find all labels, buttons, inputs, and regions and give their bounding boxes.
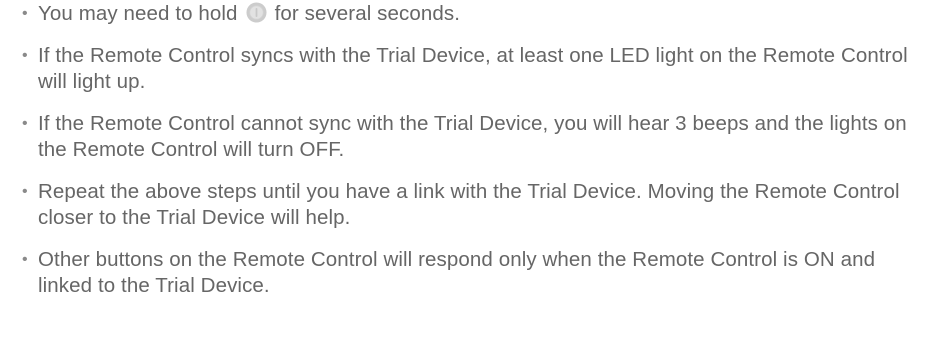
bullet: • <box>22 183 28 200</box>
instruction-list: • You may need to hold for several secon… <box>0 1 922 299</box>
list-item: • Other buttons on the Remote Control wi… <box>22 247 922 299</box>
bullet: • <box>22 115 28 132</box>
bullet: • <box>22 5 28 22</box>
list-item: • You may need to hold for several secon… <box>22 1 922 27</box>
item-text: Repeat the above steps until you have a … <box>38 180 900 229</box>
item-text: If the Remote Control cannot sync with t… <box>38 112 907 161</box>
bullet: • <box>22 47 28 64</box>
list-item: • If the Remote Control syncs with the T… <box>22 43 922 95</box>
power-button-icon <box>246 2 267 23</box>
item-text-before-icon: You may need to hold <box>38 2 238 25</box>
item-text-after-icon: for several seconds. <box>274 2 461 25</box>
bullet: • <box>22 251 28 268</box>
item-text: Other buttons on the Remote Control will… <box>38 248 876 297</box>
list-item: • Repeat the above steps until you have … <box>22 179 922 231</box>
list-item: • If the Remote Control cannot sync with… <box>22 111 922 163</box>
item-text: If the Remote Control syncs with the Tri… <box>38 44 908 93</box>
